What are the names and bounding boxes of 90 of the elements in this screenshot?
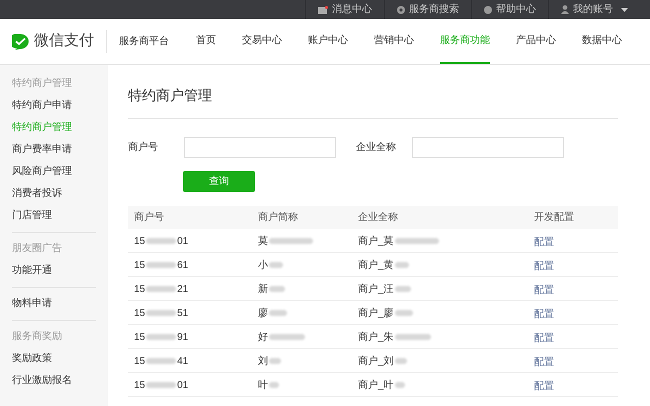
redaction-bar — [394, 262, 409, 268]
redaction-bar — [269, 382, 279, 388]
redaction-bar — [269, 262, 283, 268]
sidebar-item[interactable]: 功能开通 — [12, 264, 96, 278]
sidebar-section-title: 朋友圈广告 — [12, 242, 63, 256]
sidebar-item[interactable]: 风险商户管理 — [12, 165, 96, 179]
redaction-bar — [269, 358, 281, 364]
redaction-bar — [146, 262, 176, 268]
config-link[interactable]: 配置 — [534, 333, 554, 344]
table-cell-text: 15 — [134, 378, 146, 392]
redaction-bar — [146, 310, 176, 316]
table-cell-text: 商户_刘 — [358, 354, 394, 368]
redaction-bar — [394, 358, 407, 364]
sidebar-item[interactable]: 物料申请 — [12, 297, 96, 311]
config-link[interactable]: 配置 — [534, 285, 554, 296]
sidebar-item[interactable]: 行业激励报名 — [12, 374, 96, 388]
table-cell-text: 41 — [177, 354, 188, 368]
column-header: 企业全称 — [358, 210, 399, 225]
page-title: 特约商户管理 — [128, 86, 213, 105]
redaction-bar — [146, 286, 176, 292]
sidebar-item[interactable]: 奖励政策 — [12, 352, 96, 366]
nav-tab[interactable]: 首页 — [196, 19, 216, 64]
table-cell-text: 新 — [258, 282, 268, 296]
table-cell-text: 好 — [258, 330, 268, 344]
sidebar-item[interactable]: 消费者投诉 — [12, 187, 96, 201]
redaction-bar — [394, 286, 411, 292]
platform-name: 服务商平台 — [119, 34, 169, 49]
sidebar-section-title: 服务商奖励 — [12, 330, 63, 344]
config-link[interactable]: 配置 — [534, 237, 554, 248]
table-cell-text: 01 — [177, 234, 188, 248]
table-cell-text: 15 — [134, 258, 146, 272]
nav-tab[interactable]: 数据中心 — [582, 19, 622, 64]
config-link[interactable]: 配置 — [534, 357, 554, 368]
table-cell-text: 15 — [134, 354, 146, 368]
field-label: 企业全称 — [356, 140, 394, 155]
input-field[interactable] — [184, 137, 336, 158]
table-cell-text: 刘 — [258, 354, 268, 368]
redaction-bar — [394, 238, 439, 244]
table-cell-text: 商户_朱 — [358, 330, 394, 344]
table-cell-text: 廖 — [258, 306, 268, 320]
table-cell-text: 91 — [177, 330, 188, 344]
table-cell-text: 商户_汪 — [358, 282, 394, 296]
table-cell-text: 商户_叶 — [358, 378, 394, 392]
redaction-bar — [146, 334, 176, 340]
table-cell-text: 01 — [177, 378, 188, 392]
nav-tab[interactable]: 产品中心 — [516, 19, 556, 64]
table-cell-text: 15 — [134, 282, 146, 296]
sidebar-item[interactable]: 特约商户申请 — [12, 99, 96, 113]
redaction-bar — [269, 334, 305, 340]
column-header: 开发配置 — [534, 210, 575, 225]
sidebar-section-title: 特约商户管理 — [12, 77, 73, 91]
field-label: 商户号 — [128, 140, 159, 155]
column-header: 商户简称 — [258, 210, 299, 225]
help-icon — [484, 6, 492, 14]
config-link[interactable]: 配置 — [534, 309, 554, 320]
redaction-bar — [146, 238, 176, 244]
redaction-bar — [269, 286, 285, 292]
table-cell-text: 15 — [134, 330, 146, 344]
table-cell-text: 商户_莫 — [358, 234, 394, 248]
config-link[interactable]: 配置 — [534, 261, 554, 272]
config-link[interactable]: 配置 — [534, 381, 554, 392]
table-cell-text: 叶 — [258, 378, 268, 392]
nav-tab[interactable]: 交易中心 — [242, 19, 282, 64]
nav-tab[interactable]: 账户中心 — [308, 19, 348, 64]
input-field[interactable] — [412, 137, 564, 158]
redaction-bar — [394, 382, 405, 388]
table-cell-text: 商户_廖 — [358, 306, 394, 320]
table-cell-text: 21 — [177, 282, 188, 296]
redaction-bar — [269, 238, 313, 244]
redaction-bar — [394, 334, 431, 340]
column-header: 商户号 — [134, 210, 165, 225]
redaction-bar — [269, 310, 287, 316]
table-cell-text: 61 — [177, 258, 188, 272]
logo-text: 微信支付 — [34, 30, 107, 53]
nav-tab[interactable]: 营销中心 — [374, 19, 414, 64]
table-cell-text: 莫 — [258, 234, 268, 248]
sidebar-item[interactable]: 门店管理 — [12, 209, 96, 223]
table-cell-text: 商户_黄 — [358, 258, 394, 272]
sidebar-item[interactable]: 商户费率申请 — [12, 143, 96, 157]
envelope-icon — [318, 6, 328, 14]
table-cell-text: 15 — [134, 306, 146, 320]
table-cell-text: 小 — [258, 258, 268, 272]
user-icon — [561, 5, 569, 14]
table-cell-text: 51 — [177, 306, 188, 320]
redaction-bar — [146, 358, 176, 364]
redaction-bar — [146, 382, 176, 388]
circle-icon — [397, 6, 405, 14]
logo-icon — [12, 34, 29, 50]
redaction-bar — [394, 310, 413, 316]
table-cell-text: 15 — [134, 234, 146, 248]
